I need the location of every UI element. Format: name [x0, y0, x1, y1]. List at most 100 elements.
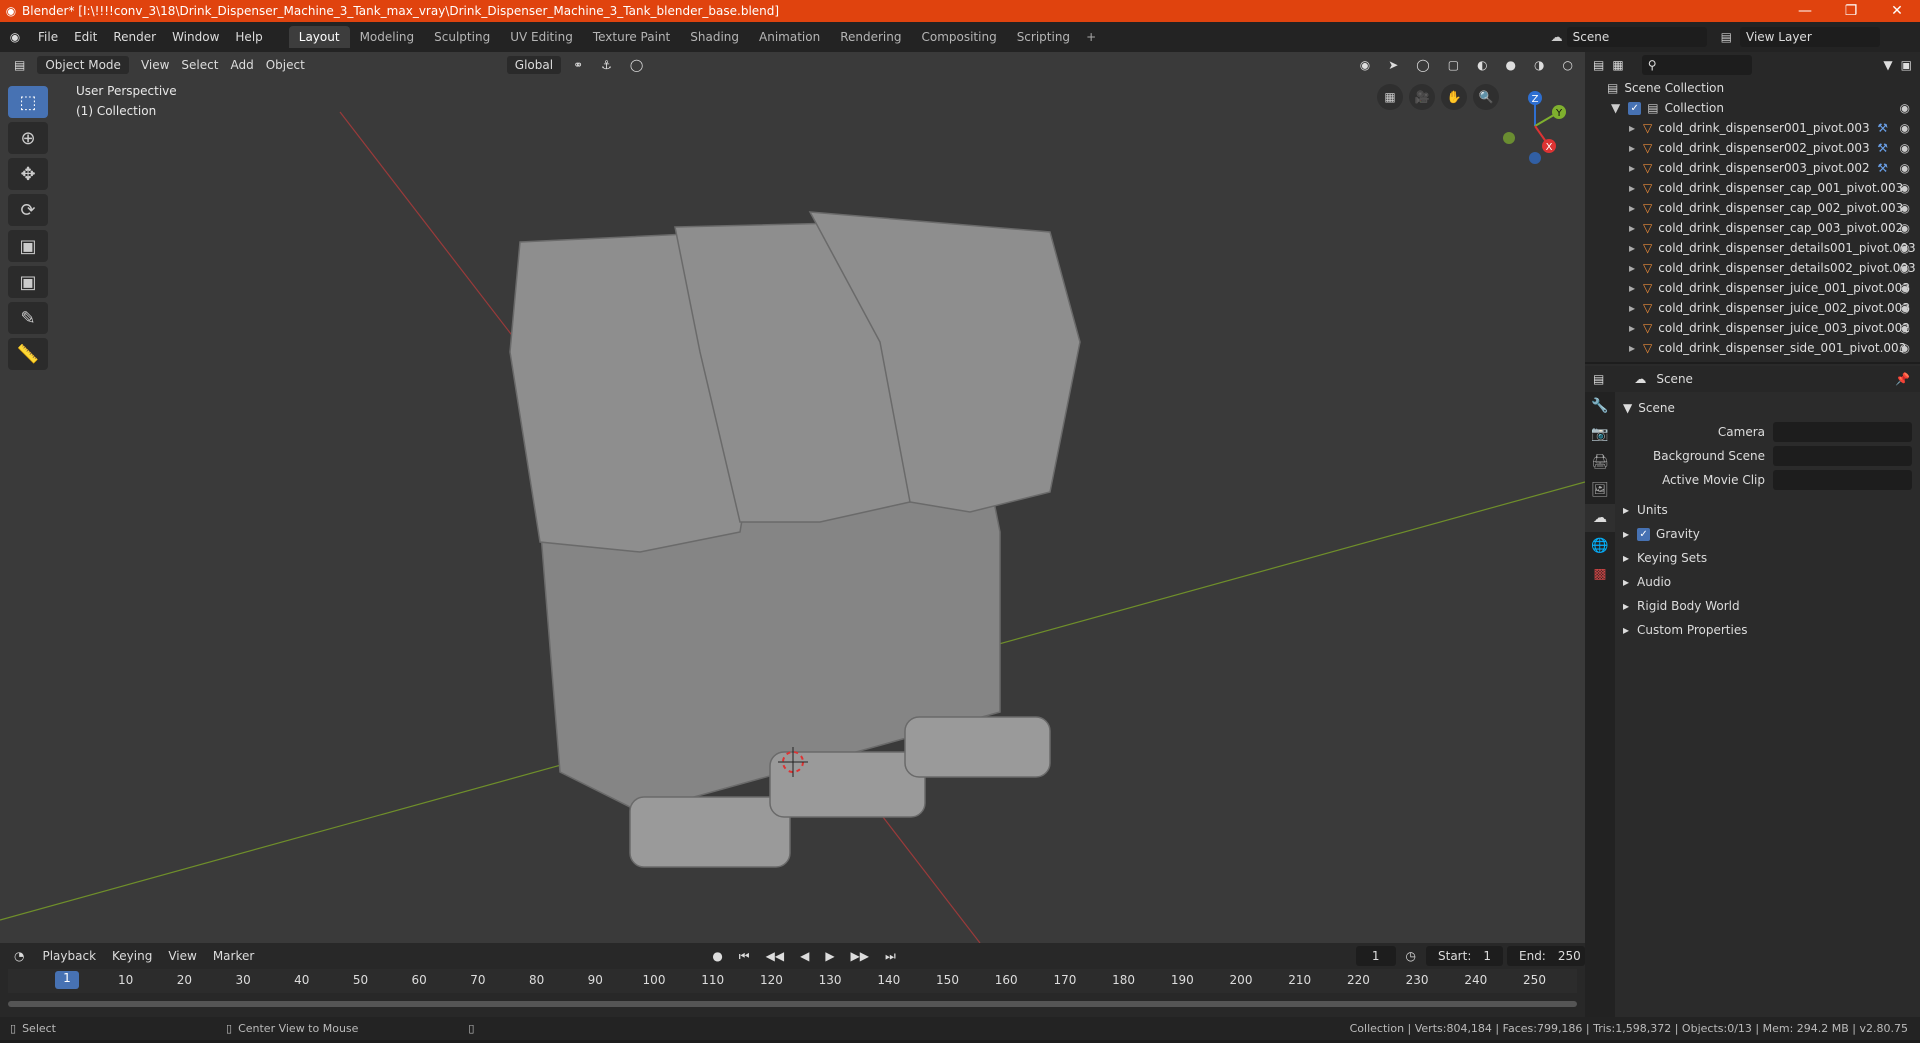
blender-menu-icon[interactable]: ◉ — [0, 30, 30, 44]
prev-keyframe-button[interactable]: ◀◀ — [760, 947, 790, 965]
collapse-arrow-icon[interactable]: ▸ — [1623, 575, 1629, 589]
expand-arrow-icon[interactable]: ▸ — [1629, 161, 1635, 175]
wireframe-shading-icon[interactable]: ◐ — [1471, 56, 1493, 74]
outliner-item[interactable]: ▸ ▽ cold_drink_dispenser_juice_002_pivot.0… — [1585, 298, 1920, 318]
outliner-editor-icon[interactable]: ▤ — [1593, 58, 1604, 72]
background-scene-field[interactable] — [1773, 446, 1912, 466]
outliner-item[interactable]: ▸ ▽ cold_drink_dispenser_side_001_pivot.00… — [1585, 338, 1920, 358]
minimize-button[interactable]: — — [1782, 3, 1828, 19]
collapse-arrow-icon[interactable]: ▸ — [1623, 503, 1629, 517]
jump-start-button[interactable]: ⏮ — [733, 947, 756, 966]
proportional-icon[interactable]: ◯ — [624, 56, 649, 74]
jump-end-button[interactable]: ⏭ — [879, 947, 902, 966]
start-frame-field[interactable]: Start: 1 — [1426, 946, 1503, 966]
modifier-wrench-icon[interactable]: ⚒ — [1877, 121, 1888, 135]
outliner-item[interactable]: ▸ ▽ cold_drink_dispenser_juice_003_pivot.0… — [1585, 318, 1920, 338]
viewport-menu-object[interactable]: Object — [260, 56, 311, 74]
eye-icon[interactable]: ◉ — [1900, 141, 1910, 155]
outliner-item[interactable]: ▸ ▽ cold_drink_dispenser_cap_001_pivot.003… — [1585, 178, 1920, 198]
outliner-item[interactable]: ▸ ▽ cold_drink_dispenser003_pivot.002 ⚒ ◉ — [1585, 158, 1920, 178]
menu-window[interactable]: Window — [164, 30, 227, 44]
expand-arrow-icon[interactable]: ▸ — [1629, 181, 1635, 195]
scene-panel-header[interactable]: ▼ Scene — [1623, 396, 1912, 420]
expand-arrow-icon[interactable]: ▸ — [1629, 241, 1635, 255]
subpanel-units[interactable]: ▸ Units — [1623, 498, 1912, 522]
modifier-wrench-icon[interactable]: ⚒ — [1877, 161, 1888, 175]
properties-editor[interactable]: ▤ ☁ Scene 📌 🔧 📷 🖨 🖼 ☁ 🌐 ▩ ▼ Scene Camera … — [1585, 366, 1920, 1017]
end-frame-field[interactable]: End: 250 — [1507, 946, 1585, 966]
menu-edit[interactable]: Edit — [66, 30, 105, 44]
rendered-shading-icon[interactable]: ○ — [1557, 56, 1579, 74]
current-frame-indicator[interactable]: 1 — [55, 971, 79, 989]
editor-type-icon[interactable]: ▤ — [8, 56, 31, 74]
tab-shading[interactable]: Shading — [680, 26, 749, 48]
outliner-item[interactable]: ▸ ▽ cold_drink_dispenser_cap_002_pivot.003… — [1585, 198, 1920, 218]
tool-tab-icon[interactable]: 🔧 — [1585, 392, 1615, 420]
transform-orientation-dropdown[interactable]: Global — [506, 56, 562, 74]
tab-uv-editing[interactable]: UV Editing — [500, 26, 583, 48]
outliner-item[interactable]: ▸ ▽ cold_drink_dispenser002_pivot.003 ⚒ ◉ — [1585, 138, 1920, 158]
timeline-scrollbar[interactable] — [8, 1001, 1577, 1007]
eye-icon[interactable]: ◉ — [1900, 161, 1910, 175]
tab-modeling[interactable]: Modeling — [350, 26, 425, 48]
gravity-checkbox[interactable]: ✓ — [1637, 527, 1651, 541]
tab-compositing[interactable]: Compositing — [911, 26, 1006, 48]
expand-arrow-icon[interactable]: ▸ — [1629, 201, 1635, 215]
expand-arrow-icon[interactable]: ▸ — [1629, 301, 1635, 315]
record-button[interactable]: ● — [706, 947, 728, 965]
expand-arrow-icon[interactable]: ▸ — [1629, 121, 1635, 135]
transform-tool-icon[interactable]: ▣ — [8, 266, 48, 298]
expand-arrow-icon[interactable]: ▸ — [1629, 141, 1635, 155]
menu-render[interactable]: Render — [105, 30, 164, 44]
rotate-tool-icon[interactable]: ⟳ — [8, 194, 48, 226]
timeline[interactable]: ◔ Playback Keying View Marker ● ⏮ ◀◀ ◀ ▶ ▶▶… — [0, 943, 1585, 1017]
pan-view-icon[interactable]: ✋ — [1441, 84, 1467, 110]
add-workspace-icon[interactable]: + — [1086, 30, 1096, 44]
menu-file[interactable]: File — [30, 30, 66, 44]
camera-field[interactable] — [1773, 422, 1912, 442]
visibility-icon[interactable]: ◉ — [1354, 56, 1376, 74]
eye-icon[interactable]: ◉ — [1900, 121, 1910, 135]
collapse-arrow-icon[interactable]: ▸ — [1623, 527, 1629, 541]
scene-collection-row[interactable]: ▤ Scene Collection — [1585, 78, 1920, 98]
scene-field[interactable]: Scene — [1566, 27, 1707, 47]
render-tab-icon[interactable]: 📷 — [1585, 420, 1615, 448]
tab-texture-paint[interactable]: Texture Paint — [583, 26, 680, 48]
subpanel-audio[interactable]: ▸ Audio — [1623, 570, 1912, 594]
3d-viewport[interactable]: ▤ Object Mode View Select Add Object Global… — [0, 52, 1585, 943]
view-layer-tab-icon[interactable]: 🖼 — [1585, 476, 1615, 504]
outliner-item[interactable]: ▸ ▽ cold_drink_dispenser_details002_pivot.… — [1585, 258, 1920, 278]
outliner-item[interactable]: ▸ ▽ cold_drink_dispenser001_pivot.003 ⚒ ◉ — [1585, 118, 1920, 138]
timeline-editor-icon[interactable]: ◔ — [8, 947, 30, 965]
annotate-tool-icon[interactable]: ✎ — [8, 302, 48, 334]
grid-view-icon[interactable]: ▦ — [1377, 84, 1403, 110]
outliner[interactable]: ▤ ▦ ⚲ ▼ ▣ ▤ Scene Collection ▼ ✓ ▤ Colle… — [1585, 52, 1920, 364]
collapse-arrow-icon[interactable]: ▸ — [1623, 599, 1629, 613]
expand-icon[interactable]: ▼ — [1611, 101, 1620, 115]
tab-scripting[interactable]: Scripting — [1007, 26, 1080, 48]
expand-arrow-icon[interactable]: ▸ — [1629, 321, 1635, 335]
measure-tool-icon[interactable]: 📏 — [8, 338, 48, 370]
scale-tool-icon[interactable]: ▣ — [8, 230, 48, 262]
overlay-toggle-icon[interactable]: ◯ — [1410, 56, 1435, 74]
play-button[interactable]: ▶ — [819, 947, 840, 965]
eye-icon[interactable]: ◉ — [1900, 261, 1910, 275]
display-mode-icon[interactable]: ▦ — [1612, 58, 1623, 72]
material-shading-icon[interactable]: ◑ — [1528, 56, 1550, 74]
timeline-menu-playback[interactable]: Playback — [34, 947, 104, 965]
subpanel-gravity[interactable]: ▸ ✓ Gravity — [1623, 522, 1912, 546]
cursor-tool-icon[interactable]: ⊕ — [8, 122, 48, 154]
preview-range-icon[interactable]: ◷ — [1400, 947, 1422, 965]
camera-view-icon[interactable]: 🎥 — [1409, 84, 1435, 110]
timeline-menu-keying[interactable]: Keying — [104, 947, 160, 965]
filter-icon[interactable]: ▼ — [1883, 58, 1892, 72]
mode-dropdown[interactable]: Object Mode — [37, 56, 129, 74]
xray-icon[interactable]: ▢ — [1442, 56, 1465, 74]
tab-layout[interactable]: Layout — [288, 26, 350, 48]
select-box-tool-icon[interactable]: ⬚ — [8, 86, 48, 118]
maximize-button[interactable]: ❐ — [1828, 3, 1874, 19]
expand-arrow-icon[interactable]: ▸ — [1629, 281, 1635, 295]
eye-icon[interactable]: ◉ — [1900, 101, 1910, 115]
move-tool-icon[interactable]: ✥ — [8, 158, 48, 190]
collection-checkbox[interactable]: ✓ — [1628, 101, 1642, 115]
